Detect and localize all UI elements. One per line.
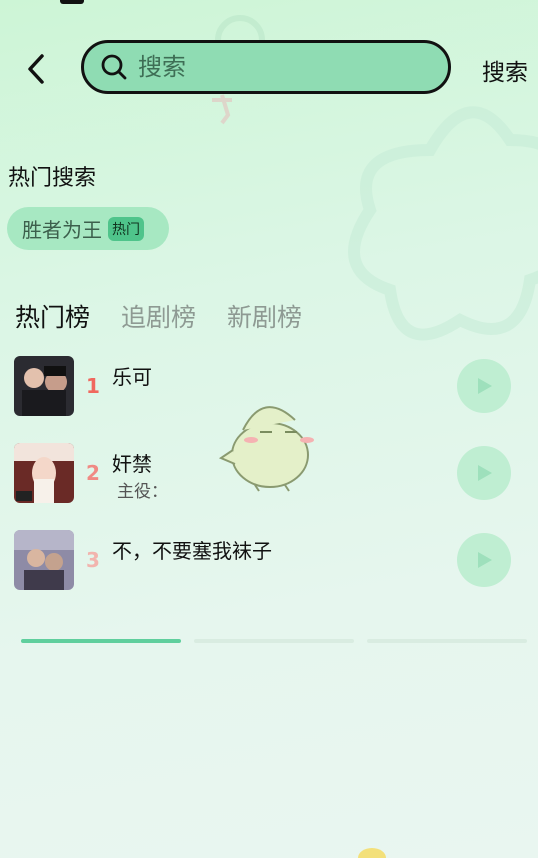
play-button[interactable] [457, 359, 511, 413]
play-button[interactable] [457, 446, 511, 500]
cover-thumbnail[interactable] [14, 443, 74, 503]
back-button[interactable] [20, 50, 52, 88]
rank-number: 3 [86, 548, 100, 572]
background-flower-decoration [212, 15, 538, 341]
list-item[interactable]: 2 奸禁 主役： [0, 443, 538, 503]
page-indicator [194, 639, 354, 643]
ranking-tabs: 热门榜 追剧榜 新剧榜 [15, 298, 333, 334]
chip-label: 胜者为王 [22, 218, 102, 242]
hot-search-chip[interactable]: 胜者为王 热门 [7, 207, 169, 250]
hot-badge: 热门 [108, 216, 144, 241]
search-input[interactable] [136, 52, 420, 82]
list-item[interactable]: 1 乐可 [0, 356, 538, 416]
cast-label: 主役： [117, 482, 168, 502]
chevron-left-icon [28, 54, 44, 84]
play-icon [478, 465, 492, 481]
mascot-peek-decoration [358, 848, 386, 858]
play-icon [478, 378, 492, 394]
play-button[interactable] [457, 533, 511, 587]
search-button[interactable]: 搜索 [482, 53, 528, 87]
search-box[interactable] [81, 40, 451, 94]
tab-hot[interactable]: 热门榜 [15, 298, 90, 334]
tab-following[interactable]: 追剧榜 [121, 298, 196, 334]
list-item[interactable]: 3 不，不要塞我袜子 [0, 530, 538, 590]
rank-number: 1 [86, 374, 100, 398]
drama-title: 不，不要塞我袜子 [112, 539, 272, 563]
page-indicator-active [21, 639, 181, 643]
status-bar-notch [60, 0, 84, 4]
search-icon [101, 54, 127, 80]
tab-new[interactable]: 新剧榜 [227, 298, 302, 334]
play-icon [478, 552, 492, 568]
hot-search-title: 热门搜索 [8, 166, 97, 191]
page-indicator [367, 639, 527, 643]
drama-title: 乐可 [112, 365, 152, 389]
cover-thumbnail[interactable] [14, 356, 74, 416]
cover-thumbnail[interactable] [14, 530, 74, 590]
drama-title: 奸禁 [112, 452, 152, 476]
rank-number: 2 [86, 461, 100, 485]
